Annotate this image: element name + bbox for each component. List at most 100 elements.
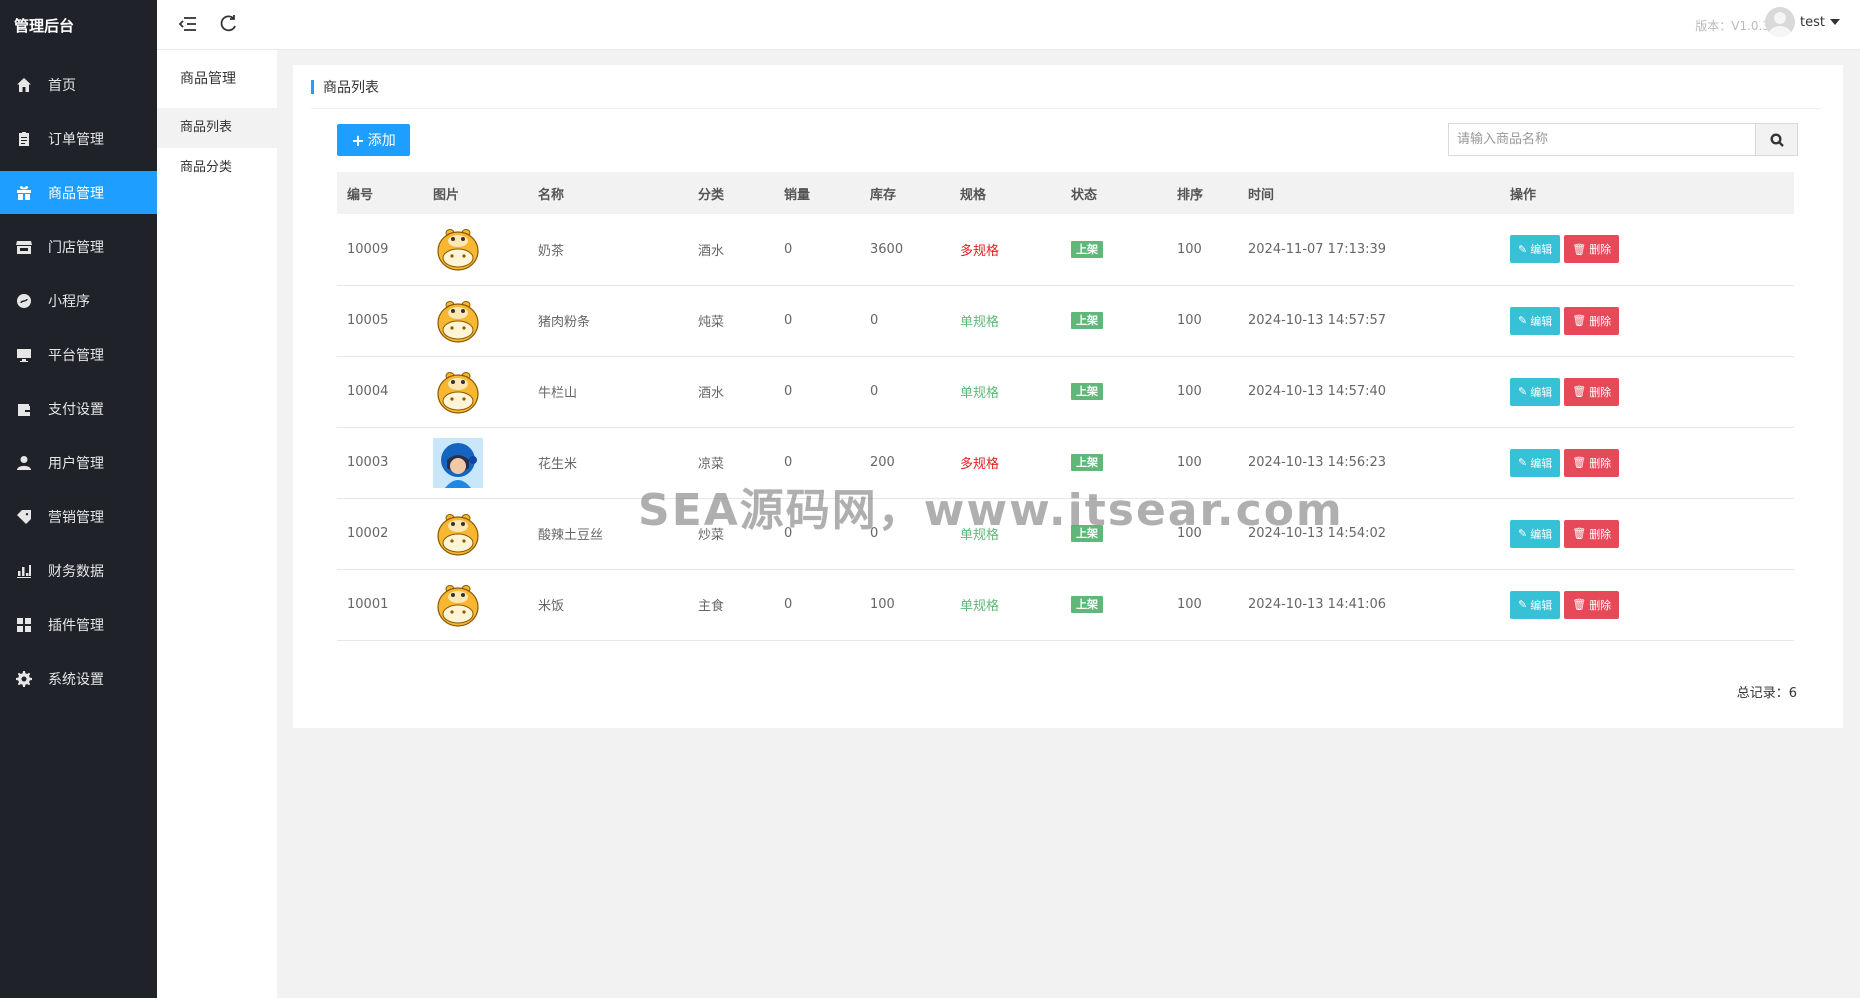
search-input[interactable] xyxy=(1449,124,1755,155)
sidebar-item-label: 订单管理 xyxy=(48,131,104,148)
sidebar-item-3[interactable]: 门店管理 xyxy=(0,225,157,268)
app-logo[interactable]: 管理后台 xyxy=(0,0,157,52)
col-header-spec: 规格 xyxy=(960,187,987,203)
spec-label: 多规格 xyxy=(960,457,1000,472)
delete-button-label: 删除 xyxy=(1589,527,1612,541)
edit-button[interactable]: ✎ 编辑 xyxy=(1510,448,1561,477)
edit-button[interactable]: ✎ 编辑 xyxy=(1510,519,1561,548)
cell-time: 2024-10-13 14:41:06 xyxy=(1248,597,1387,612)
trash-icon: 🗑 xyxy=(1572,598,1587,611)
spec-label: 多规格 xyxy=(960,243,1000,259)
delete-button[interactable]: 🗑 删除 xyxy=(1564,235,1620,264)
cell-category: 炖菜 xyxy=(698,315,725,330)
cell-spec: 多规格 xyxy=(950,214,1061,285)
submenu-item-product-list[interactable]: 商品列表 xyxy=(157,108,277,148)
status-badge[interactable]: 上架 xyxy=(1071,383,1103,400)
cell-stock: 100 xyxy=(870,597,895,612)
cell-id: 10004 xyxy=(347,384,389,399)
sidebar-item-11[interactable]: 系统设置 xyxy=(0,657,157,700)
trash-icon: 🗑 xyxy=(1572,242,1587,256)
watermark: SEA源码网，www.itsear.com xyxy=(638,485,1344,536)
delete-button[interactable]: 🗑 删除 xyxy=(1564,448,1620,477)
add-button[interactable]: + 添加 xyxy=(337,124,410,156)
cell-id: 10009 xyxy=(347,241,389,257)
cell-status: 上架 xyxy=(1061,214,1167,285)
submenu-item-product-category[interactable]: 商品分类 xyxy=(157,148,277,188)
title-accent-bar xyxy=(311,79,314,94)
cell-actions: ✎ 编辑 🗑 删除 xyxy=(1500,356,1794,427)
search-button[interactable] xyxy=(1755,124,1797,155)
sidebar-item-4[interactable]: 小程序 xyxy=(0,279,157,322)
delete-button[interactable]: 🗑 删除 xyxy=(1564,590,1620,619)
sidebar-item-1[interactable]: 订单管理 xyxy=(0,117,157,160)
cell-name: 米饭 xyxy=(538,599,565,614)
collapse-menu-icon[interactable] xyxy=(177,13,199,35)
status-badge[interactable]: 上架 xyxy=(1071,454,1103,471)
sidebar-item-6[interactable]: 支付设置 xyxy=(0,387,157,430)
store-icon xyxy=(14,237,34,257)
pencil-icon: ✎ xyxy=(1518,456,1528,469)
edit-button[interactable]: ✎ 编辑 xyxy=(1510,306,1561,335)
status-badge[interactable]: 上架 xyxy=(1071,312,1103,329)
sidebar-item-label: 门店管理 xyxy=(48,239,104,256)
hippo-product-image xyxy=(437,300,479,343)
table-body: 10009 奶茶 酒水 0 3600 多规格 上架 100 2024-11-07 17:13:3… xyxy=(337,214,1794,640)
sidebar-item-10[interactable]: 插件管理 xyxy=(0,603,157,646)
tag-icon xyxy=(14,507,34,527)
col-header-category: 分类 xyxy=(698,187,725,203)
cell-sort: 100 xyxy=(1177,313,1202,328)
table-row: 10009 奶茶 酒水 0 3600 多规格 上架 100 2024-11-07 17:13:3… xyxy=(337,214,1794,285)
delete-button-label: 删除 xyxy=(1589,314,1612,328)
sidebar-item-2[interactable]: 商品管理 xyxy=(0,171,157,214)
cell-stock: 3600 xyxy=(870,241,904,257)
cell-actions: ✎ 编辑 🗑 删除 xyxy=(1500,498,1794,569)
cell-image xyxy=(423,569,528,640)
cell-sales: 0 xyxy=(784,597,793,612)
cell-spec: 单规格 xyxy=(950,356,1061,427)
cell-category: 酒水 xyxy=(698,243,725,259)
cell-name: 猪肉粉条 xyxy=(538,315,591,330)
sidebar-item-label: 系统设置 xyxy=(48,671,104,688)
delete-button-label: 删除 xyxy=(1589,385,1612,399)
user-menu[interactable]: test xyxy=(1765,7,1840,37)
cell-image xyxy=(423,427,528,498)
delete-button[interactable]: 🗑 删除 xyxy=(1564,519,1620,548)
sidebar-item-label: 营销管理 xyxy=(48,509,104,526)
cell-time: 2024-10-13 14:57:57 xyxy=(1248,313,1387,328)
delete-button-label: 删除 xyxy=(1589,456,1612,470)
cell-name: 奶茶 xyxy=(538,243,565,259)
pencil-icon: ✎ xyxy=(1518,598,1528,611)
sidebar-item-8[interactable]: 营销管理 xyxy=(0,495,157,538)
cell-sales: 0 xyxy=(784,313,793,328)
edit-button[interactable]: ✎ 编辑 xyxy=(1510,590,1561,619)
col-header-sort: 排序 xyxy=(1177,187,1204,203)
col-header-id: 编号 xyxy=(347,187,374,203)
delete-button-label: 删除 xyxy=(1589,243,1612,257)
refresh-icon[interactable] xyxy=(217,13,239,35)
caret-down-icon xyxy=(1830,19,1840,25)
sidebar-item-5[interactable]: 平台管理 xyxy=(0,333,157,376)
delete-button[interactable]: 🗑 删除 xyxy=(1564,377,1620,406)
pencil-icon: ✎ xyxy=(1518,385,1528,398)
add-button-label: 添加 xyxy=(367,133,396,149)
cell-actions: ✎ 编辑 🗑 删除 xyxy=(1500,569,1794,640)
edit-button[interactable]: ✎ 编辑 xyxy=(1510,377,1561,406)
trash-icon: 🗑 xyxy=(1572,385,1587,398)
cell-category: 主食 xyxy=(698,599,725,614)
sidebar-item-label: 小程序 xyxy=(48,293,90,310)
cell-sales: 0 xyxy=(784,384,793,399)
edit-button-label: 编辑 xyxy=(1530,243,1553,257)
col-header-sales: 销量 xyxy=(784,187,811,203)
table-header-row: 编号 图片 名称 分类 销量 库存 规格 状态 排序 时间 操作 xyxy=(337,172,1794,214)
delete-button[interactable]: 🗑 删除 xyxy=(1564,306,1620,335)
status-badge[interactable]: 上架 xyxy=(1071,596,1103,613)
sidebar-item-7[interactable]: 用户管理 xyxy=(0,441,157,484)
sidebar-item-0[interactable]: 首页 xyxy=(0,63,157,106)
cell-spec: 单规格 xyxy=(950,285,1061,356)
cell-stock: 0 xyxy=(870,313,879,328)
edit-button[interactable]: ✎ 编辑 xyxy=(1510,235,1561,264)
sidebar-item-9[interactable]: 财务数据 xyxy=(0,549,157,592)
status-badge[interactable]: 上架 xyxy=(1071,240,1103,258)
clipboard-icon xyxy=(14,129,34,149)
sidebar-item-label: 财务数据 xyxy=(48,563,104,580)
